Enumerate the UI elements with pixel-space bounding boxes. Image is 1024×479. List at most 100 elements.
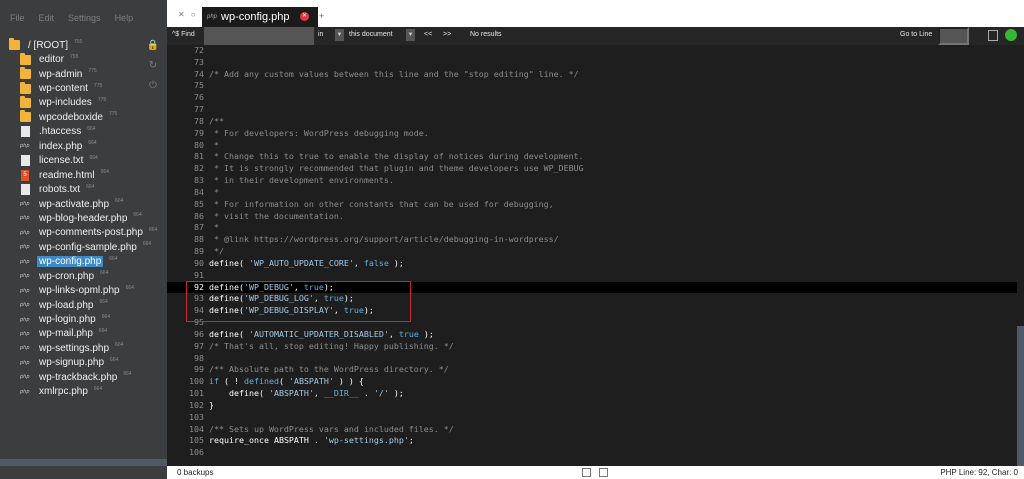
tab-menu-icon[interactable]: ○: [191, 10, 196, 19]
permission-count: 664: [100, 270, 109, 277]
code-lines: 72 73 74 /* Add any custom values between t…: [167, 45, 1017, 459]
lock-icon[interactable]: 🔒: [146, 40, 160, 60]
panel-toggle-icon[interactable]: [988, 30, 998, 41]
goto-line-input[interactable]: [938, 27, 969, 45]
file-tree: / [ROOT] 755 editor 755 wp-admin 775 wp-conten…: [0, 38, 167, 399]
tree-item[interactable]: php xmlrpc.php 664: [0, 385, 167, 399]
permission-count: 664: [115, 198, 124, 205]
code-text: /* Add any custom values between this li…: [209, 68, 579, 79]
code-token: );: [388, 388, 404, 399]
tree-item[interactable]: php wp-trackback.php 664: [0, 370, 167, 384]
tree-item-label: wp-load.php: [39, 299, 94, 311]
tree-item[interactable]: editor 755: [0, 52, 167, 66]
permission-count: 775: [108, 111, 118, 118]
scope-select[interactable]: this document: [345, 29, 403, 41]
line-number: 96: [194, 328, 204, 339]
tree-item[interactable]: .htaccess 664: [0, 125, 167, 139]
menu-edit[interactable]: Edit: [39, 13, 55, 23]
permission-count: 775: [93, 82, 103, 89]
tree-item[interactable]: license.txt 664: [0, 154, 167, 168]
file-sidebar: File Edit Settings Help / [ROOT] 755 edito…: [0, 0, 167, 479]
menu-bar: File Edit Settings Help: [0, 0, 167, 36]
tree-item[interactable]: wp-includes 775: [0, 95, 167, 110]
permission-count: 664: [125, 284, 134, 291]
tab-label: wp-config.php: [221, 11, 290, 23]
tree-item[interactable]: wpcodeboxide 775: [0, 110, 167, 124]
tree-item[interactable]: php wp-blog-header.php 664: [0, 211, 167, 225]
tree-item[interactable]: wp-content 775: [0, 81, 167, 95]
code-token: define(: [209, 388, 269, 399]
sidebar-scrollbar[interactable]: [0, 459, 167, 466]
layout-split-icon[interactable]: [599, 468, 608, 477]
tree-item[interactable]: php wp-login.php 664: [0, 312, 167, 326]
code-text: /** Sets up WordPress vars and included …: [209, 423, 454, 434]
tree-item-label: license.txt: [39, 155, 84, 167]
close-all-icon[interactable]: ✕: [178, 10, 185, 19]
code-text: * It is strongly recommended that plugin…: [209, 163, 584, 174]
code-token: 'wp-settings.php': [323, 435, 409, 446]
tree-item-label: wp-activate.php: [39, 198, 110, 210]
tree-item[interactable]: php wp-settings.php 664: [0, 341, 167, 355]
tree-item-label: wp-settings.php: [39, 342, 110, 354]
line-number: 87: [194, 222, 204, 233]
tree-item[interactable]: php wp-signup.php 664: [0, 356, 167, 370]
permission-count: 664: [93, 385, 103, 392]
find-next-button[interactable]: >>: [443, 31, 451, 38]
menu-help[interactable]: Help: [115, 13, 134, 23]
tree-item-label: readme.html: [39, 169, 95, 181]
permission-count: 664: [133, 212, 142, 219]
line-number: 103: [189, 411, 204, 422]
close-tab-icon[interactable]: ✕: [300, 12, 309, 21]
tree-item[interactable]: php wp-cron.php 664: [0, 269, 167, 283]
folder-icon: [9, 38, 20, 51]
debug-bug-icon[interactable]: [1005, 29, 1017, 41]
tree-item[interactable]: php wp-load.php 664: [0, 298, 167, 312]
new-tab-button[interactable]: +: [319, 11, 324, 21]
code-editor[interactable]: 72 73 74 /* Add any custom values between t…: [167, 45, 1024, 466]
line-number: 98: [194, 352, 204, 363]
menu-settings[interactable]: Settings: [68, 13, 101, 23]
code-token: define(: [209, 257, 249, 268]
line-number: 78: [194, 115, 204, 126]
line-number: 89: [194, 246, 204, 257]
tree-item[interactable]: 5 readme.html 664: [0, 168, 167, 182]
tree-item[interactable]: php wp-config-sample.php 664: [0, 240, 167, 254]
tree-item[interactable]: / [ROOT] 755: [0, 38, 167, 52]
find-input[interactable]: [204, 27, 314, 45]
find-prev-button[interactable]: <<: [424, 31, 432, 38]
layout-single-icon[interactable]: [582, 468, 591, 477]
tree-item[interactable]: php index.php 664: [0, 139, 167, 153]
code-text: */: [209, 246, 224, 257]
code-token: ;: [408, 435, 414, 446]
file-icon: [21, 155, 30, 167]
permission-count: 664: [110, 356, 119, 363]
in-label: in: [318, 31, 324, 38]
line-number: 75: [194, 80, 204, 91]
code-text: /* That's all, stop editing! Happy publi…: [209, 340, 454, 351]
refresh-icon[interactable]: ↻: [146, 60, 160, 80]
tree-item[interactable]: php wp-config.php 664: [0, 255, 167, 269]
tab-wp-config[interactable]: php wp-config.php ✕: [202, 7, 318, 27]
code-line: 73: [167, 57, 1017, 69]
backups-status[interactable]: 0 backups: [177, 468, 213, 477]
plug-icon[interactable]: ⏻: [146, 80, 160, 100]
html-file-icon: 5: [21, 169, 29, 181]
code-token: 'ABSPATH': [288, 376, 334, 387]
tree-item-label: wpcodeboxide: [39, 111, 103, 123]
code-text: define( 'WP_AUTO_UPDATE_CORE', false );: [209, 258, 404, 270]
tree-item[interactable]: php wp-mail.php 664: [0, 327, 167, 341]
code-text: * For information on other constants tha…: [209, 198, 554, 209]
tree-item[interactable]: wp-admin 775: [0, 67, 167, 81]
editor-scrollbar[interactable]: [1017, 326, 1024, 466]
tree-item[interactable]: php wp-comments-post.php 664: [0, 226, 167, 240]
tree-item[interactable]: php wp-links-opml.php 664: [0, 283, 167, 297]
tree-item[interactable]: robots.txt 664: [0, 182, 167, 196]
code-line: 99 /** Absolute path to the WordPress dir…: [167, 364, 1017, 376]
scope-left-arrow-icon[interactable]: ▼: [335, 29, 344, 41]
scope-dropdown-icon[interactable]: ▼: [406, 29, 415, 41]
code-line: 97 /* That's all, stop editing! Happy pub…: [167, 341, 1017, 353]
code-token: ,: [353, 257, 364, 268]
tree-item-label: xmlrpc.php: [39, 386, 88, 398]
tree-item[interactable]: php wp-activate.php 664: [0, 197, 167, 211]
menu-file[interactable]: File: [10, 13, 25, 23]
